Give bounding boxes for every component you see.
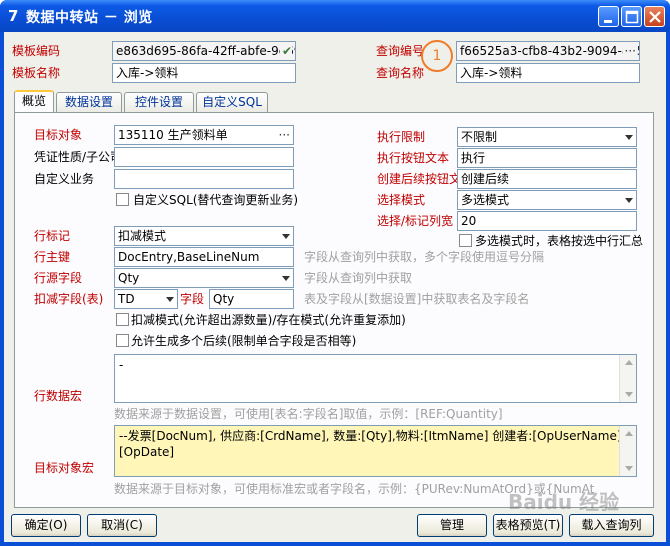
- close-icon: [649, 11, 661, 23]
- create-next-text-label: 创建后续按钮文: [377, 172, 459, 186]
- template-code-value: e863d695-86fa-42ff-abfe-9e69b: [116, 44, 296, 58]
- ellipsis-icon[interactable]: ···: [279, 126, 290, 144]
- select-mode-value: 多选模式: [461, 193, 510, 207]
- close-button[interactable]: [644, 6, 665, 27]
- select-col-width-label: 选择/标记列宽: [377, 214, 454, 228]
- title-bar[interactable]: 7 数据中转站 － 浏览: [0, 0, 670, 32]
- scroll-down-icon[interactable]: [625, 392, 633, 397]
- custom-sql-checkbox[interactable]: [116, 193, 129, 206]
- row-marker-label: 行标记: [34, 229, 71, 243]
- manage-button[interactable]: 管理: [417, 514, 487, 537]
- vertical-scrollbar[interactable]: [619, 426, 636, 476]
- deduct-hint: 表及字段从[数据设置]中获取表名及字段名: [304, 292, 530, 306]
- table-preview-button[interactable]: 表格预览(T): [493, 514, 563, 537]
- row-data-macro-editor[interactable]: -: [114, 354, 637, 403]
- row-source-select[interactable]: Qty: [114, 268, 294, 288]
- row-marker-select[interactable]: 扣减模式: [114, 226, 294, 246]
- select-col-width-field[interactable]: 20: [457, 211, 637, 231]
- tab-data-settings[interactable]: 数据设置: [56, 92, 122, 112]
- query-code-field[interactable]: f66525a3-cfb8-43b2-9094-8a56 ···: [456, 41, 640, 61]
- check-icon: ✔: [279, 42, 292, 60]
- row-key-label: 行主键: [34, 250, 71, 264]
- deduct-mode-checkbox[interactable]: [116, 313, 129, 326]
- deduct-table-select[interactable]: TD: [114, 289, 178, 309]
- exec-limit-select[interactable]: 不限制: [457, 127, 637, 147]
- chevron-down-icon: [625, 198, 633, 203]
- exec-button-text-label: 执行按钮文本: [377, 151, 450, 165]
- exec-button-text-field[interactable]: 执行: [457, 148, 637, 168]
- app-window: 7 数据中转站 － 浏览 模板编码 e863d695-86fa-42ff-abf…: [0, 0, 670, 546]
- scroll-up-icon[interactable]: [625, 431, 633, 436]
- template-code-label: 模板编码: [12, 44, 61, 58]
- minimize-icon: [604, 20, 612, 23]
- deduct-mode-label: 扣减模式(允许超出源数量)/存在模式(允许重复添加): [131, 313, 406, 327]
- row-key-hint: 字段从查询列中获取，多个字段使用逗号分隔: [304, 250, 545, 264]
- chevron-down-icon: [166, 297, 174, 302]
- ellipsis-icon[interactable]: ···: [622, 42, 636, 60]
- target-object-field[interactable]: 135110 生产领料单 ···: [114, 125, 294, 145]
- scroll-down-icon[interactable]: [625, 466, 633, 471]
- overview-panel: 目标对象 135110 生产领料单 ··· 凭证性质/子公司 自定义业务 自定义…: [14, 112, 654, 508]
- row-source-label: 行源字段: [34, 271, 83, 285]
- select-mode-label: 选择模式: [377, 193, 426, 207]
- custom-business-label: 自定义业务: [34, 172, 95, 186]
- voucher-label: 凭证性质/子公司: [34, 150, 114, 164]
- exec-limit-label: 执行限制: [377, 130, 426, 144]
- row-data-macro-hint: 数据来源于数据设置，可使用[表名:字段名]取值，示例：[REF:Quantity…: [114, 407, 503, 421]
- row-marker-value: 扣减模式: [118, 229, 167, 243]
- tab-overview[interactable]: 概览: [14, 90, 54, 113]
- template-name-field[interactable]: 入库->领料: [112, 63, 296, 83]
- tab-custom-sql[interactable]: 自定义SQL: [196, 92, 268, 112]
- target-object-macro-text: --发票[DocNum], 供应商:[CrdName], 数量:[Qty],物料…: [119, 429, 622, 459]
- exec-limit-value: 不限制: [461, 130, 498, 144]
- field-input[interactable]: Qty: [209, 289, 294, 309]
- allow-multi-next-label: 允许生成多个后续(限制单合字段是否相等): [131, 334, 357, 348]
- row-data-macro-text: -: [119, 358, 124, 372]
- dialog-body: 模板编码 e863d695-86fa-42ff-abfe-9e69b ✔ 模板名…: [4, 32, 666, 542]
- target-object-macro-label: 目标对象宏: [34, 461, 95, 475]
- custom-business-field[interactable]: [114, 169, 294, 189]
- cancel-button[interactable]: 取消(C): [87, 514, 157, 537]
- window-title: 数据中转站 － 浏览: [26, 10, 153, 26]
- field-label: 字段: [180, 292, 205, 306]
- create-next-text-field[interactable]: 创建后续: [457, 169, 637, 189]
- select-mode-select[interactable]: 多选模式: [457, 190, 637, 210]
- target-object-value: 135110 生产领料单: [118, 128, 228, 142]
- row-source-value: Qty: [118, 271, 140, 285]
- template-name-label: 模板名称: [12, 66, 61, 80]
- target-object-label: 目标对象: [34, 128, 83, 142]
- query-name-label: 查询名称: [376, 66, 425, 80]
- minimize-button[interactable]: [598, 6, 619, 27]
- query-code-label: 查询编号: [376, 44, 425, 58]
- query-code-value: f66525a3-cfb8-43b2-9094-8a56: [460, 44, 640, 58]
- deduct-table-value: TD: [118, 292, 135, 306]
- deduct-field-label: 扣减字段(表): [34, 292, 104, 306]
- step-marker: 1: [421, 40, 453, 72]
- chevron-down-icon: [282, 276, 290, 281]
- maximize-button[interactable]: [621, 6, 642, 27]
- multi-select-summary-label: 多选模式时，表格按选中行汇总: [475, 234, 644, 248]
- allow-multi-next-checkbox[interactable]: [116, 334, 129, 347]
- custom-sql-checkbox-label: 自定义SQL(替代查询更新业务): [133, 193, 299, 207]
- vertical-scrollbar[interactable]: [619, 355, 636, 402]
- chevron-down-icon: [625, 135, 633, 140]
- multi-select-summary-checkbox[interactable]: [459, 234, 472, 247]
- query-name-field[interactable]: 入库->领料: [456, 63, 640, 83]
- voucher-field[interactable]: [114, 147, 294, 167]
- row-source-hint: 字段从查询列中获取: [304, 271, 413, 285]
- tab-control-settings[interactable]: 控件设置: [124, 92, 194, 112]
- ok-button[interactable]: 确定(O): [11, 514, 81, 537]
- row-data-macro-label: 行数据宏: [34, 389, 83, 403]
- app-logo-icon: 7: [8, 7, 19, 25]
- template-code-field[interactable]: e863d695-86fa-42ff-abfe-9e69b ✔: [112, 41, 296, 61]
- target-object-macro-editor[interactable]: --发票[DocNum], 供应商:[CrdName], 数量:[Qty],物料…: [114, 425, 637, 477]
- scroll-up-icon[interactable]: [625, 360, 633, 365]
- chevron-down-icon: [282, 234, 290, 239]
- maximize-icon: [625, 10, 639, 24]
- load-query-columns-button[interactable]: 载入查询列: [569, 514, 654, 537]
- watermark: Baidu 经验: [508, 490, 620, 514]
- row-key-field[interactable]: DocEntry,BaseLineNum: [114, 247, 294, 267]
